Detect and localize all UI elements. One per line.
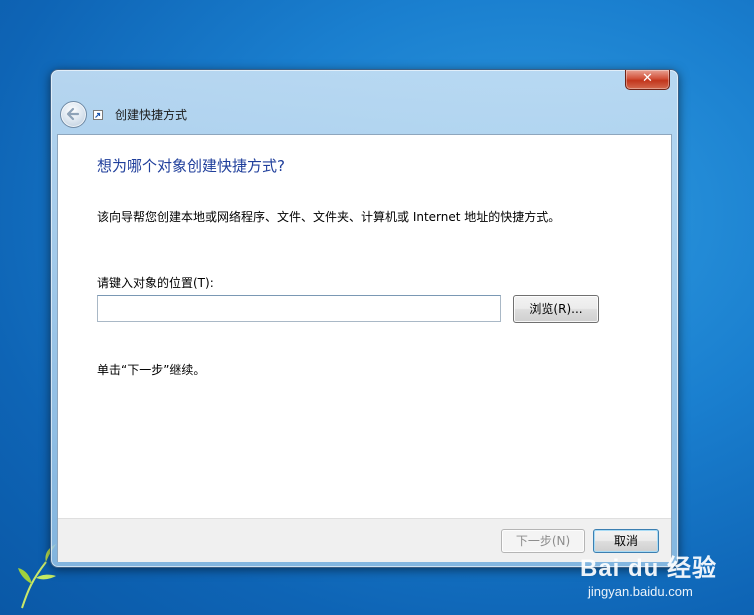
baidu-jingyan-watermark: Bai du 经验 jingyan.baidu.com — [580, 548, 750, 610]
wizard-description: 该向导帮您创建本地或网络程序、文件、文件夹、计算机或 Internet 地址的快… — [97, 210, 561, 224]
browse-button[interactable]: 浏览(R)... — [513, 295, 599, 323]
close-button[interactable]: ✕ — [625, 70, 670, 90]
shortcut-icon — [93, 110, 103, 120]
close-icon: ✕ — [642, 71, 653, 86]
create-shortcut-dialog: ✕ 创建快捷方式 想为哪个对象创建快捷方式? 该向导帮您创建本地或网络程序、文件… — [50, 69, 679, 568]
back-button[interactable] — [60, 101, 87, 128]
location-input[interactable] — [97, 295, 501, 322]
wizard-content-panel: 想为哪个对象创建快捷方式? 该向导帮您创建本地或网络程序、文件、文件夹、计算机或… — [57, 134, 672, 562]
wizard-heading: 想为哪个对象创建快捷方式? — [97, 157, 285, 175]
location-label: 请键入对象的位置(T): — [97, 276, 214, 290]
watermark-logo: Bai du 经验 — [580, 555, 718, 582]
continue-hint: 单击“下一步”继续。 — [97, 363, 206, 377]
watermark-url: jingyan.baidu.com — [588, 584, 693, 599]
next-button[interactable]: 下一步(N) — [501, 529, 585, 553]
back-arrow-icon — [66, 107, 80, 121]
window-title: 创建快捷方式 — [115, 108, 188, 122]
